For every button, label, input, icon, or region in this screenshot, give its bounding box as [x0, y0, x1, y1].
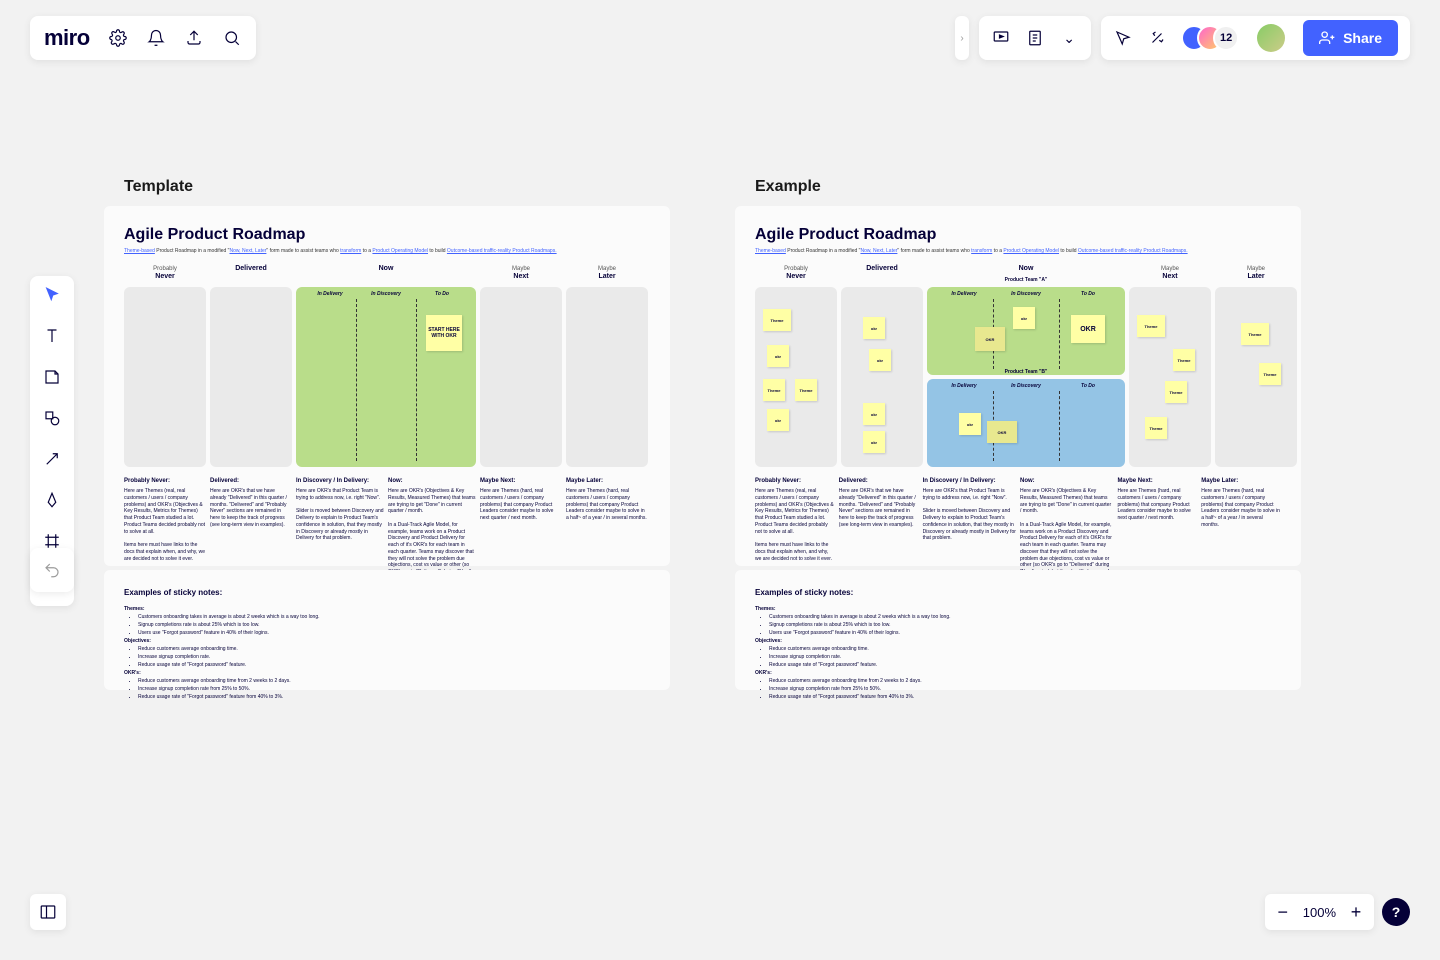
lane-never: ProbablyNever Theme okr Theme Theme okr — [755, 287, 837, 467]
lane-later: MaybeLater — [566, 287, 648, 467]
lane-now: Now In DeliveryIn DiscoveryTo Do START H… — [296, 287, 476, 467]
sticky-okr[interactable]: okr — [959, 413, 981, 435]
sticky-okr[interactable]: okr — [767, 345, 789, 367]
sticky-theme[interactable]: Theme — [1241, 323, 1269, 345]
sticky-theme[interactable]: Theme — [763, 309, 791, 331]
sticky-okr[interactable]: okr — [863, 403, 885, 425]
panel-subtitle: Theme-based Product Roadmap in a modifie… — [735, 248, 1301, 265]
sticky-okr[interactable]: okr — [863, 431, 885, 453]
sticky-theme[interactable]: Theme — [1259, 363, 1281, 385]
sticky-theme[interactable]: Theme — [1137, 315, 1165, 337]
lane-now-team-a: Now Product Team "A" In DeliveryIn Disco… — [927, 287, 1125, 375]
sticky-theme[interactable]: Theme — [1173, 349, 1195, 371]
panel-title: Agile Product Roadmap — [104, 206, 670, 248]
sticky-theme[interactable]: Theme — [795, 379, 817, 401]
sticky-theme[interactable]: Theme — [1165, 381, 1187, 403]
sticky-okr-dark[interactable]: OKR — [987, 421, 1017, 443]
sticky-start-here[interactable]: START HERE WITH OKR — [426, 315, 462, 351]
lane-now-team-b: Product Team "B" In DeliveryIn Discovery… — [927, 379, 1125, 467]
examples-body: Themes: Customers onboarding takes in av… — [735, 605, 1301, 701]
sticky-okr[interactable]: okr — [767, 409, 789, 431]
section-title-example: Example — [755, 178, 821, 196]
panel-subtitle: Theme-based Product Roadmap in a modifie… — [104, 248, 670, 265]
lane-later: MaybeLater Theme Theme — [1215, 287, 1297, 467]
sticky-okr[interactable]: okr — [869, 349, 891, 371]
sticky-theme[interactable]: Theme — [763, 379, 785, 401]
sticky-okr-dark[interactable]: OKR — [975, 327, 1005, 351]
examples-body: Themes: Customers onboarding takes in av… — [104, 605, 670, 701]
section-title-template: Template — [124, 178, 193, 196]
example-examples-panel: Examples of sticky notes: Themes: Custom… — [735, 570, 1301, 690]
lane-next: MaybeNext Theme Theme Theme Theme — [1129, 287, 1211, 467]
sticky-okr[interactable]: okr — [863, 317, 885, 339]
example-panel: Agile Product Roadmap Theme-based Produc… — [735, 206, 1301, 566]
examples-title: Examples of sticky notes: — [735, 570, 1301, 605]
panel-title: Agile Product Roadmap — [735, 206, 1301, 248]
template-examples-panel: Examples of sticky notes: Themes: Custom… — [104, 570, 670, 690]
lane-delivered: Delivered — [210, 287, 292, 467]
sticky-okr-big[interactable]: OKR — [1071, 315, 1105, 343]
template-panel: Agile Product Roadmap Theme-based Produc… — [104, 206, 670, 566]
lane-never: ProbablyNever — [124, 287, 206, 467]
lane-next: MaybeNext — [480, 287, 562, 467]
examples-title: Examples of sticky notes: — [104, 570, 670, 605]
lane-delivered: Delivered okr okr okr okr — [841, 287, 923, 467]
sticky-okr[interactable]: okr — [1013, 307, 1035, 329]
canvas[interactable]: Template Example Agile Product Roadmap T… — [0, 0, 1440, 960]
sticky-theme[interactable]: Theme — [1145, 417, 1167, 439]
